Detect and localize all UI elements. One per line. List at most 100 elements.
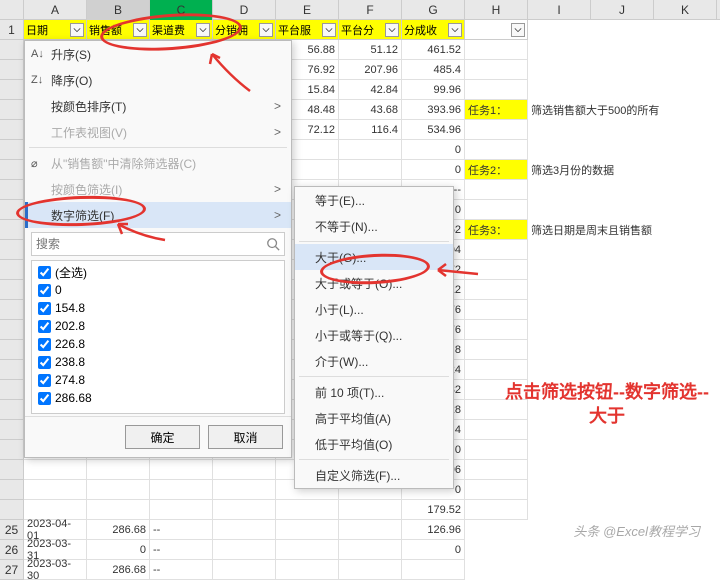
cancel-button[interactable]: 取消 <box>208 425 283 449</box>
sub-not-equals[interactable]: 不等于(N)... <box>295 213 453 239</box>
cell-h[interactable] <box>465 320 528 340</box>
row-head[interactable] <box>0 80 24 100</box>
row-head[interactable] <box>0 360 24 380</box>
row-head[interactable] <box>0 200 24 220</box>
check-item[interactable]: 202.8 <box>34 317 282 335</box>
cell-h[interactable] <box>465 140 528 160</box>
cell-c[interactable]: -- <box>150 520 213 540</box>
cell-g[interactable]: 393.96 <box>402 100 465 120</box>
cell-h[interactable] <box>465 280 528 300</box>
checkbox[interactable] <box>38 392 51 405</box>
checkbox[interactable] <box>38 356 51 369</box>
cell-g[interactable]: 99.96 <box>402 80 465 100</box>
cell-g[interactable] <box>402 560 465 580</box>
cell[interactable] <box>87 500 150 520</box>
col-head-i[interactable]: I <box>528 0 591 20</box>
cell[interactable] <box>87 460 150 480</box>
row-head[interactable] <box>0 400 24 420</box>
cell-g[interactable]: 0 <box>402 160 465 180</box>
cell-f[interactable] <box>339 140 402 160</box>
row-head[interactable] <box>0 220 24 240</box>
filter-button-share[interactable] <box>448 23 462 37</box>
filter-button-platdiv[interactable] <box>385 23 399 37</box>
cell-e[interactable] <box>276 500 339 520</box>
cell-d[interactable] <box>213 460 276 480</box>
row-head[interactable] <box>0 280 24 300</box>
row-head[interactable] <box>0 340 24 360</box>
search-input[interactable] <box>36 237 266 251</box>
row-head[interactable] <box>0 460 24 480</box>
cell-h[interactable] <box>465 460 528 480</box>
checkbox[interactable] <box>38 302 51 315</box>
check-item[interactable]: 0 <box>34 281 282 299</box>
cell-h[interactable] <box>465 440 528 460</box>
cell-d[interactable] <box>213 480 276 500</box>
row-head[interactable] <box>0 380 24 400</box>
cell-h[interactable] <box>465 340 528 360</box>
sort-asc[interactable]: A↓升序(S) <box>25 41 291 67</box>
sub-lte[interactable]: 小于或等于(Q)... <box>295 322 453 348</box>
sub-gte[interactable]: 大于或等于(O)... <box>295 270 453 296</box>
cell-date[interactable]: 2023-03-31 <box>24 540 87 560</box>
sub-custom[interactable]: 自定义筛选(F)... <box>295 462 453 488</box>
cell-sales[interactable]: 0 <box>87 540 150 560</box>
cell-f[interactable] <box>339 160 402 180</box>
cell-f[interactable]: 116.4 <box>339 120 402 140</box>
row-head[interactable] <box>0 320 24 340</box>
col-head-g[interactable]: G <box>402 0 465 20</box>
row-head[interactable]: 25 <box>0 520 24 540</box>
col-head-j[interactable]: J <box>591 0 654 20</box>
cell-f[interactable]: 42.84 <box>339 80 402 100</box>
row-head[interactable] <box>0 260 24 280</box>
sub-less-than[interactable]: 小于(L)... <box>295 296 453 322</box>
cell-sales[interactable]: 286.68 <box>87 520 150 540</box>
cell-f[interactable]: 51.12 <box>339 40 402 60</box>
cell[interactable] <box>150 500 213 520</box>
number-filter[interactable]: 数字筛选(F) <box>25 202 291 228</box>
check-item[interactable]: 286.68 <box>34 389 282 407</box>
cell-h[interactable] <box>465 500 528 520</box>
cell-g[interactable]: 485.4 <box>402 60 465 80</box>
cell-h[interactable] <box>465 480 528 500</box>
row-head[interactable] <box>0 140 24 160</box>
sub-greater-than[interactable]: 大于(G)... <box>295 244 453 270</box>
cell-h[interactable] <box>465 80 528 100</box>
cell-h[interactable]: 任务2： <box>465 160 528 180</box>
row-head[interactable] <box>0 180 24 200</box>
ok-button[interactable]: 确定 <box>125 425 200 449</box>
cell[interactable] <box>150 480 213 500</box>
check-item[interactable]: 154.8 <box>34 299 282 317</box>
row-head[interactable] <box>0 100 24 120</box>
check-item[interactable]: 274.8 <box>34 371 282 389</box>
cell-h[interactable] <box>465 60 528 80</box>
cell-sales[interactable]: 286.68 <box>87 560 150 580</box>
cell[interactable] <box>87 480 150 500</box>
cell-f[interactable]: 43.68 <box>339 100 402 120</box>
col-head-f[interactable]: F <box>339 0 402 20</box>
row-head-1[interactable]: 1 <box>0 20 24 40</box>
cell-h[interactable] <box>465 120 528 140</box>
col-head-e[interactable]: E <box>276 0 339 20</box>
cell-date[interactable]: 2023-03-30 <box>24 560 87 580</box>
filter-button-date[interactable] <box>70 23 84 37</box>
cell-h[interactable] <box>465 300 528 320</box>
row-head[interactable]: 27 <box>0 560 24 580</box>
checkbox[interactable] <box>38 374 51 387</box>
row-head[interactable] <box>0 440 24 460</box>
sub-below-avg[interactable]: 低于平均值(O) <box>295 431 453 457</box>
col-head-h[interactable]: H <box>465 0 528 20</box>
cell-h[interactable] <box>465 40 528 60</box>
row-head[interactable] <box>0 480 24 500</box>
cell-g[interactable]: 0 <box>402 540 465 560</box>
check-select-all[interactable]: (全选) <box>34 263 282 281</box>
cell-h[interactable] <box>465 200 528 220</box>
filter-button-platserv[interactable] <box>322 23 336 37</box>
row-head[interactable] <box>0 240 24 260</box>
cell-g[interactable]: 534.96 <box>402 120 465 140</box>
row-head[interactable] <box>0 120 24 140</box>
col-head-a[interactable]: A <box>24 0 87 20</box>
sort-by-color[interactable]: 按颜色排序(T) <box>25 93 291 119</box>
row-head[interactable]: 26 <box>0 540 24 560</box>
cell-h[interactable]: 任务3： <box>465 220 528 240</box>
row-head[interactable] <box>0 500 24 520</box>
